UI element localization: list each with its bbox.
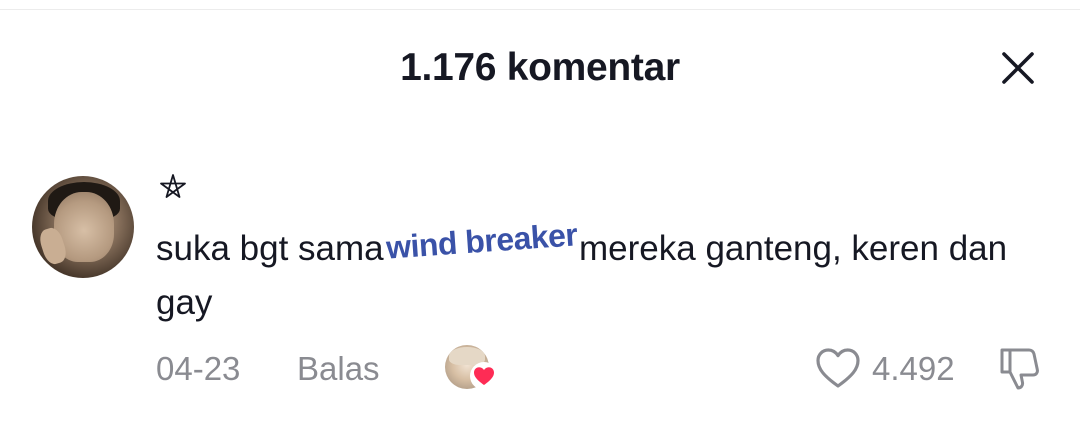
comment-text-before: suka bgt sama [156, 229, 384, 268]
reply-button[interactable]: Balas [297, 350, 380, 388]
comments-count-title: 1.176 komentar [400, 46, 680, 89]
top-divider [0, 9, 1080, 10]
thumbs-down-icon[interactable] [996, 344, 1044, 392]
close-button[interactable] [996, 46, 1040, 90]
close-icon [1002, 52, 1034, 84]
heart-outline-icon[interactable] [814, 346, 862, 390]
pentagram-icon[interactable] [158, 172, 188, 202]
commenter-avatar[interactable] [32, 176, 134, 278]
comment-text: suka bgt samawind breakermereka ganteng,… [156, 216, 1036, 329]
wind-breaker-sticker: wind breaker [384, 216, 579, 266]
comment-date: 04-23 [156, 350, 241, 387]
liked-by-heart-icon [470, 362, 498, 390]
like-count: 4.492 [872, 350, 955, 387]
